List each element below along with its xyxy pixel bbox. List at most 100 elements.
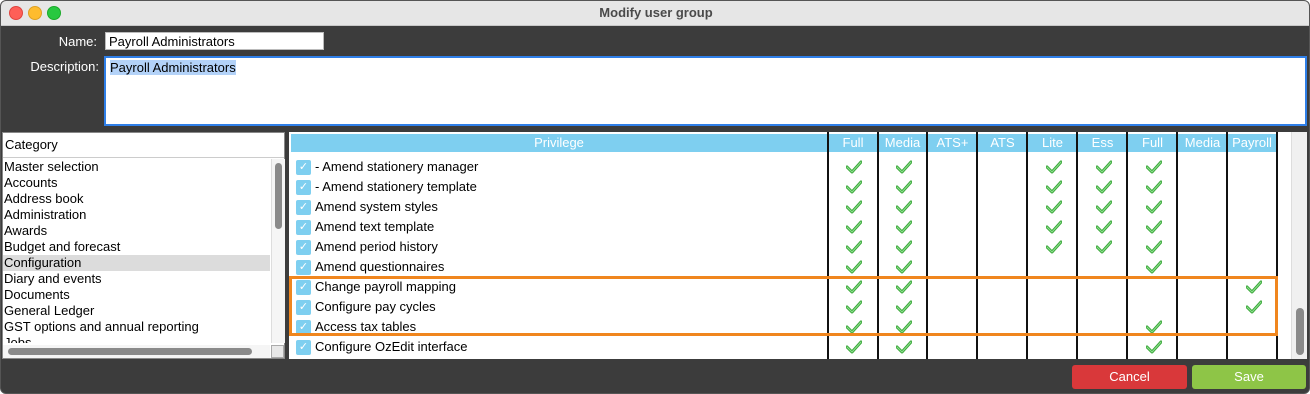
category-item[interactable]: Documents xyxy=(3,287,270,303)
checkmark-icon[interactable] xyxy=(846,200,862,214)
checkmark-icon[interactable] xyxy=(1046,220,1062,234)
checkmark-icon[interactable] xyxy=(896,280,912,294)
checkmark-icon[interactable] xyxy=(896,300,912,314)
privilege-row[interactable]: ✓ Amend text template xyxy=(291,217,1291,237)
privilege-row[interactable]: ✓ Amend system styles xyxy=(291,197,1291,217)
privilege-checkbox[interactable]: ✓ xyxy=(296,320,311,335)
checkmark-icon[interactable] xyxy=(846,300,862,314)
checkmark-icon[interactable] xyxy=(846,160,862,174)
column-header-lite-5[interactable]: Lite xyxy=(1029,134,1076,152)
checkmark-icon[interactable] xyxy=(846,320,862,334)
category-horizontal-scroll-thumb[interactable] xyxy=(8,348,252,355)
column-header-full-1[interactable]: Full xyxy=(829,134,877,152)
privilege-label: Configure pay cycles xyxy=(315,299,436,314)
checkmark-icon[interactable] xyxy=(846,340,862,354)
checkmark-icon[interactable] xyxy=(896,220,912,234)
checkmark-icon[interactable] xyxy=(846,260,862,274)
privilege-checkbox[interactable]: ✓ xyxy=(296,340,311,355)
modify-user-group-window: Modify user group Name: Payroll Administ… xyxy=(0,0,1310,394)
checkmark-icon[interactable] xyxy=(846,180,862,194)
category-item[interactable]: Jobs xyxy=(3,335,270,343)
column-header-ats-4[interactable]: ATS xyxy=(979,134,1026,152)
category-item[interactable]: Address book xyxy=(3,191,270,207)
column-header-payroll-9[interactable]: Payroll xyxy=(1229,134,1275,152)
category-header-divider xyxy=(3,157,284,158)
checkmark-icon[interactable] xyxy=(1096,240,1112,254)
privilege-row[interactable]: ✓ Amend period history xyxy=(291,237,1291,257)
column-header-media-2[interactable]: Media xyxy=(879,134,926,152)
checkmark-icon[interactable] xyxy=(1046,180,1062,194)
checkmark-icon[interactable] xyxy=(1146,320,1162,334)
category-item[interactable]: GST options and annual reporting xyxy=(3,319,270,335)
description-label: Description: xyxy=(30,59,99,74)
category-item[interactable]: Administration xyxy=(3,207,270,223)
checkmark-icon[interactable] xyxy=(846,240,862,254)
name-label: Name: xyxy=(58,34,97,49)
category-item[interactable]: Budget and forecast xyxy=(3,239,270,255)
category-vertical-scrollbar[interactable] xyxy=(271,159,285,343)
cancel-button[interactable]: Cancel xyxy=(1072,365,1187,389)
checkmark-icon[interactable] xyxy=(1046,160,1062,174)
checkmark-icon[interactable] xyxy=(1046,240,1062,254)
privilege-label: Amend text template xyxy=(315,219,435,234)
privilege-vertical-scroll-thumb[interactable] xyxy=(1296,308,1304,355)
category-item[interactable]: Accounts xyxy=(3,175,270,191)
title-bar: Modify user group xyxy=(1,1,1309,26)
column-header-privilege-0[interactable]: Privilege xyxy=(291,134,827,152)
description-textarea[interactable]: Payroll Administrators xyxy=(104,56,1307,126)
privilege-checkbox[interactable]: ✓ xyxy=(296,200,311,215)
privilege-checkbox[interactable]: ✓ xyxy=(296,300,311,315)
column-header-ats--3[interactable]: ATS+ xyxy=(929,134,976,152)
checkmark-icon[interactable] xyxy=(1146,200,1162,214)
privilege-row[interactable]: ✓ - Amend stationery template xyxy=(291,177,1291,197)
checkmark-icon[interactable] xyxy=(1146,220,1162,234)
checkmark-icon[interactable] xyxy=(896,240,912,254)
privilege-row[interactable]: ✓ Configure pay cycles xyxy=(291,297,1291,317)
checkmark-icon[interactable] xyxy=(896,260,912,274)
category-vertical-scroll-thumb[interactable] xyxy=(275,163,282,229)
category-horizontal-scrollbar[interactable] xyxy=(3,345,270,358)
checkmark-icon[interactable] xyxy=(896,160,912,174)
checkmark-icon[interactable] xyxy=(896,180,912,194)
privilege-checkbox[interactable]: ✓ xyxy=(296,180,311,195)
column-header-full-7[interactable]: Full xyxy=(1129,134,1176,152)
checkmark-icon[interactable] xyxy=(1146,160,1162,174)
checkmark-icon[interactable] xyxy=(1096,160,1112,174)
checkmark-icon[interactable] xyxy=(1096,220,1112,234)
checkmark-icon[interactable] xyxy=(1046,200,1062,214)
category-item[interactable]: Awards xyxy=(3,223,270,239)
column-header-ess-6[interactable]: Ess xyxy=(1079,134,1126,152)
checkmark-icon[interactable] xyxy=(846,220,862,234)
privilege-label: - Amend stationery manager xyxy=(315,159,479,174)
checkmark-icon[interactable] xyxy=(846,280,862,294)
privilege-row[interactable]: ✓ - Amend stationery manager xyxy=(291,157,1291,177)
checkmark-icon[interactable] xyxy=(1096,180,1112,194)
checkmark-icon[interactable] xyxy=(1146,240,1162,254)
checkmark-icon[interactable] xyxy=(1146,340,1162,354)
privilege-row[interactable]: ✓ Amend questionnaires xyxy=(291,257,1291,277)
checkmark-icon[interactable] xyxy=(1146,260,1162,274)
checkmark-icon[interactable] xyxy=(1246,300,1262,314)
privilege-checkbox[interactable]: ✓ xyxy=(296,220,311,235)
checkmark-icon[interactable] xyxy=(1096,200,1112,214)
column-header-media-8[interactable]: Media xyxy=(1179,134,1226,152)
privilege-checkbox[interactable]: ✓ xyxy=(296,280,311,295)
name-input[interactable]: Payroll Administrators xyxy=(105,32,324,50)
privilege-checkbox[interactable]: ✓ xyxy=(296,260,311,275)
category-item[interactable]: Master selection xyxy=(3,159,270,175)
checkmark-icon[interactable] xyxy=(1246,280,1262,294)
checkmark-icon[interactable] xyxy=(896,200,912,214)
privilege-checkbox[interactable]: ✓ xyxy=(296,240,311,255)
privilege-vertical-scrollbar[interactable] xyxy=(1291,132,1307,359)
privilege-checkbox[interactable]: ✓ xyxy=(296,160,311,175)
category-item[interactable]: Diary and events xyxy=(3,271,270,287)
privilege-row[interactable]: ✓ Configure OzEdit interface xyxy=(291,337,1291,357)
checkmark-icon[interactable] xyxy=(1146,180,1162,194)
checkmark-icon[interactable] xyxy=(896,320,912,334)
category-item[interactable]: Configuration xyxy=(3,255,270,271)
save-button[interactable]: Save xyxy=(1192,365,1306,389)
category-item[interactable]: General Ledger xyxy=(3,303,270,319)
checkmark-icon[interactable] xyxy=(896,340,912,354)
privilege-row[interactable]: ✓ Access tax tables xyxy=(291,317,1291,337)
privilege-row[interactable]: ✓ Change payroll mapping xyxy=(291,277,1291,297)
